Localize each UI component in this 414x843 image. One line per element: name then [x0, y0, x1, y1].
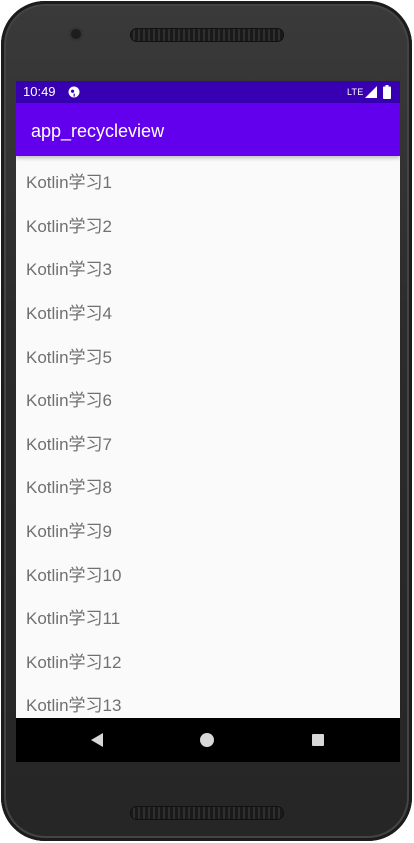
list-item[interactable]: Kotlin学习2 [16, 200, 400, 244]
front-camera [71, 29, 81, 39]
list-item[interactable]: Kotlin学习4 [16, 287, 400, 331]
list-item[interactable]: Kotlin学习5 [16, 330, 400, 374]
list-item[interactable]: Kotlin学习8 [16, 461, 400, 505]
list-item-label: Kotlin学习3 [26, 260, 112, 280]
list-item-label: Kotlin学习7 [26, 434, 112, 454]
recycler-list[interactable]: Kotlin学习1 Kotlin学习2 Kotlin学习3 Kotlin学习4 Kotl… [16, 156, 400, 718]
list-item-label: Kotlin学习1 [26, 173, 112, 193]
signal-icon [365, 86, 377, 98]
top-speaker-grille [130, 28, 284, 42]
list-item-label: Kotlin学习6 [26, 391, 112, 411]
network-type-label: LTE [347, 87, 364, 97]
list-item-label: Kotlin学习10 [26, 565, 122, 585]
list-item-label: Kotlin学习4 [26, 304, 112, 324]
list-item[interactable]: Kotlin学习11 [16, 592, 400, 636]
navigation-bar [16, 718, 400, 762]
list-item-label: Kotlin学习8 [26, 478, 112, 498]
list-item[interactable]: Kotlin学习1 [16, 156, 400, 200]
list-item[interactable]: Kotlin学习10 [16, 548, 400, 592]
list-item-label: Kotlin学习11 [26, 609, 121, 629]
list-item-label: Kotlin学习9 [26, 522, 112, 542]
list-item[interactable]: Kotlin学习13 [16, 679, 400, 718]
bottom-speaker-grille [130, 806, 284, 820]
list-item[interactable]: Kotlin学习6 [16, 374, 400, 418]
app-title: app_recycleview [31, 121, 165, 141]
list-item-label: Kotlin学习13 [26, 696, 122, 716]
list-item[interactable]: Kotlin学习9 [16, 505, 400, 549]
list-item-label: Kotlin学习5 [26, 347, 112, 367]
back-icon[interactable] [90, 733, 104, 747]
list-item[interactable]: Kotlin学习3 [16, 243, 400, 287]
phone-frame: 10:49 LTE app_recycleview Kotlin学习1 Kotli… [1, 1, 412, 841]
status-time: 10:49 [23, 84, 56, 99]
list-item-label: Kotlin学习2 [26, 216, 112, 236]
app-toolbar: app_recycleview [16, 103, 400, 156]
app-notification-icon [68, 86, 80, 98]
list-item[interactable]: Kotlin学习12 [16, 636, 400, 680]
list-item-label: Kotlin学习12 [26, 652, 122, 672]
status-bar: 10:49 LTE [16, 81, 400, 103]
list-item[interactable]: Kotlin学习7 [16, 418, 400, 462]
recents-icon[interactable] [312, 734, 324, 746]
device-screen: 10:49 LTE app_recycleview Kotlin学习1 Kotli… [16, 81, 400, 762]
battery-icon [383, 85, 391, 99]
home-icon[interactable] [200, 733, 214, 747]
